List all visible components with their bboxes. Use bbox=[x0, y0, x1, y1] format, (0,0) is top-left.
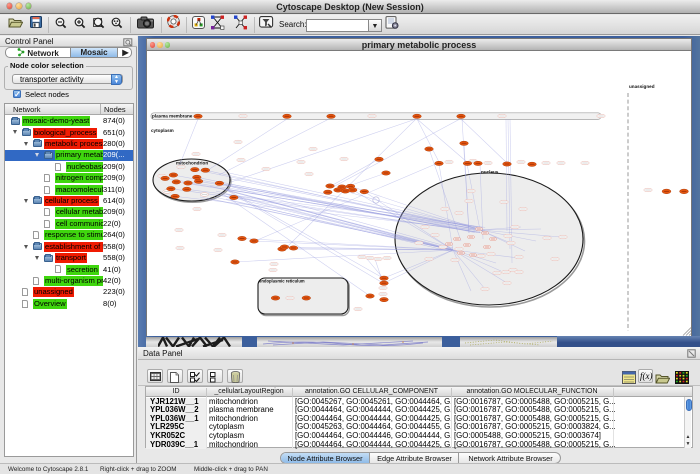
svg-text:endoplasmic reticulum: endoplasmic reticulum bbox=[259, 279, 305, 284]
svg-text:unassigned: unassigned bbox=[629, 84, 655, 89]
svg-text:plasma membrane: plasma membrane bbox=[152, 114, 193, 119]
svg-text:cytoplasm: cytoplasm bbox=[151, 128, 174, 133]
svg-text:nucleus: nucleus bbox=[481, 170, 499, 175]
